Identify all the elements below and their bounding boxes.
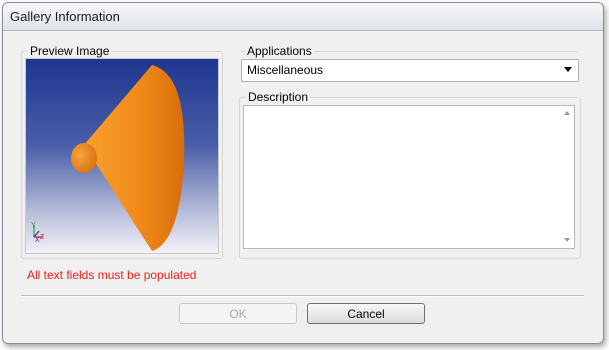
preview-image-label: Preview Image [28,43,112,59]
ok-button[interactable]: OK [179,303,297,324]
scroll-up-arrow-icon[interactable] [564,111,570,115]
scroll-down-arrow-icon[interactable] [564,238,570,242]
validation-error-message: All text fields must be populated [27,268,197,282]
axis-icon: Y X Z [31,222,45,244]
axis-label-y: Y [31,222,36,229]
dropdown-arrow-icon[interactable] [564,67,572,72]
cancel-button[interactable]: Cancel [307,303,425,324]
applications-combobox[interactable]: Miscellaneous [241,59,579,82]
title-bar[interactable]: Gallery Information [3,3,603,31]
window-title: Gallery Information [10,9,120,24]
applications-selected-value: Miscellaneous [247,63,324,77]
applications-label: Applications [245,43,314,59]
description-textarea[interactable] [243,105,575,249]
cone-body [84,65,185,251]
separator [21,295,584,297]
cone-cap [71,143,97,173]
gallery-information-dialog: Gallery Information Preview Image Y X Z … [2,2,604,344]
description-group: Description [239,89,581,259]
description-label: Description [246,89,311,105]
cone-render: Y X Z [31,65,185,251]
axis-label-z: Z [40,234,45,241]
preview-image: Y X Z [25,58,219,254]
preview-image-group: Preview Image Y X Z [21,43,223,259]
